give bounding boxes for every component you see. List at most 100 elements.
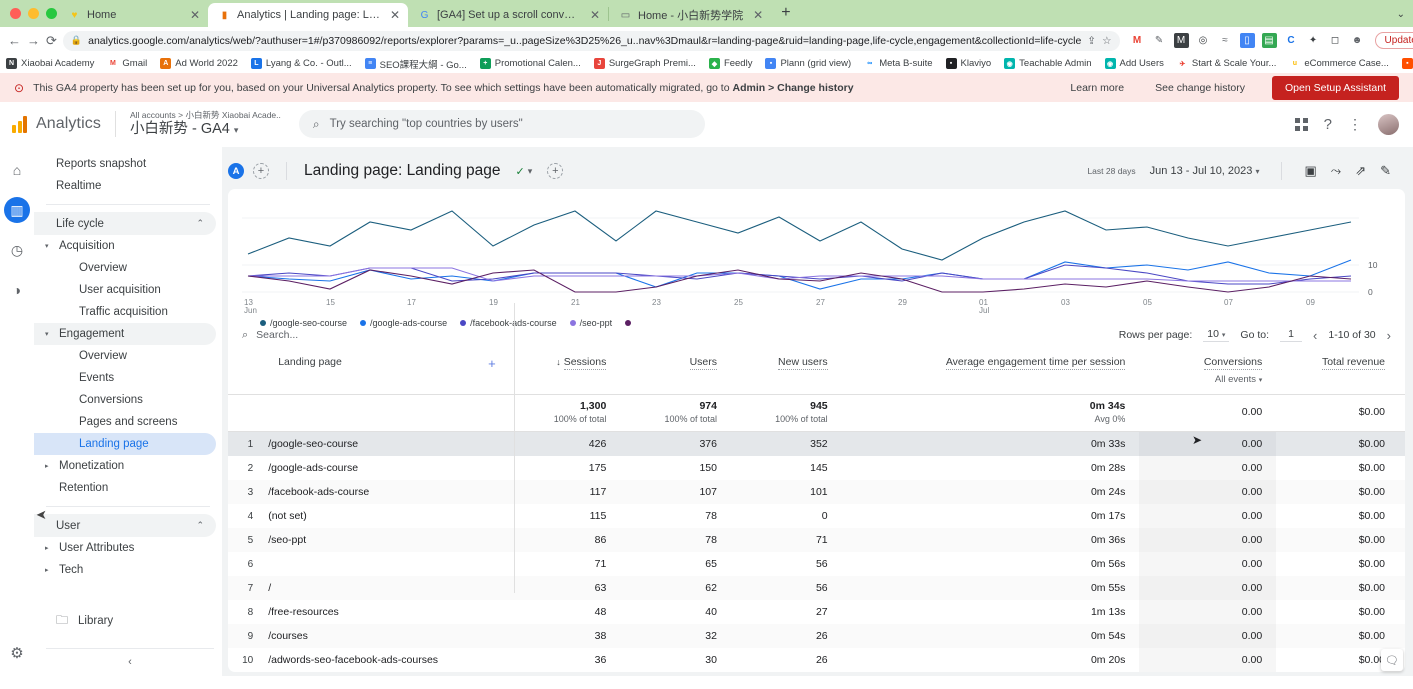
row-landing-page[interactable]: /free-resources (262, 600, 509, 624)
table-row[interactable]: 3 /facebook-ads-course 117 107 101 0m 24… (228, 480, 1405, 504)
row-landing-page[interactable]: /seo-ppt (262, 528, 509, 552)
apps-grid-icon[interactable] (1295, 118, 1308, 131)
bookmark-item[interactable]: ◉Add Users (1105, 58, 1164, 69)
row-landing-page[interactable] (262, 552, 509, 576)
analytics-logo[interactable]: Analytics (6, 115, 101, 133)
goto-input[interactable]: 1 (1280, 328, 1302, 342)
chevron-down-icon[interactable]: ⌄ (1397, 9, 1405, 20)
update-button[interactable]: Update (1375, 32, 1413, 49)
reports-icon[interactable]: ▥ (4, 197, 30, 223)
chevron-up-icon[interactable]: ⌃ (196, 520, 204, 531)
sidebar-item-user-attributes[interactable]: ▸User Attributes (34, 537, 216, 559)
legend-item[interactable] (625, 320, 635, 326)
table-search[interactable]: ⌕ Search... (242, 329, 298, 342)
browser-tab-3[interactable]: ▭ Home - 小白新势学院 ✕ (609, 3, 771, 27)
browser-tab-2[interactable]: G [GA4] Set up a scroll conversio ✕ (408, 3, 608, 27)
global-search-bar[interactable]: ⌕ Try searching "top countries by users" (299, 110, 705, 138)
star-icon[interactable]: ☆ (1102, 35, 1111, 47)
sidebar-item-acquisition-overview[interactable]: Overview (34, 257, 216, 279)
table-row[interactable]: 10 /adwords-seo-facebook-ads-courses 36 … (228, 648, 1405, 672)
legend-item[interactable]: /seo-ppt (570, 318, 613, 328)
sidebar-item-user-acquisition[interactable]: User acquisition (34, 279, 216, 301)
m-extension-icon[interactable]: M (1174, 33, 1189, 48)
sidebar-item-events[interactable]: Events (34, 367, 216, 389)
legend-item[interactable]: /facebook-ads-course (460, 318, 557, 328)
sidebar-item-pages-and-screens[interactable]: Pages and screens (34, 411, 216, 433)
legend-item[interactable]: /google-seo-course (260, 318, 347, 328)
browser-tab-1[interactable]: ▮ Analytics | Landing page: Land ✕ (208, 3, 408, 27)
sidebar-item-landing-page[interactable]: Landing page (34, 433, 216, 455)
sidebar-item-monetization[interactable]: ▸Monetization (34, 455, 216, 477)
bookmark-item[interactable]: MGmail (107, 58, 147, 69)
puzzle-extension-icon[interactable]: ✦ (1306, 33, 1321, 48)
row-landing-page[interactable]: (not set) (262, 504, 509, 528)
forward-button[interactable]: → (27, 33, 40, 48)
sidebar-item-realtime[interactable]: Realtime (34, 175, 216, 197)
feedback-button[interactable]: 🗨 (1381, 649, 1403, 671)
table-row[interactable]: 7 / 63 62 56 0m 55s 0.00 $0.00 (228, 576, 1405, 600)
c-extension-icon[interactable]: C (1284, 33, 1299, 48)
sidebar-item-reports-snapshot[interactable]: Reports snapshot (34, 153, 216, 175)
see-change-history-link[interactable]: See change history (1155, 82, 1245, 94)
bookmark-item[interactable]: NXiaobai Academy (6, 58, 94, 69)
row-landing-page[interactable]: /adwords-seo-facebook-ads-courses (262, 648, 509, 672)
gmail-extension-icon[interactable]: M (1130, 33, 1145, 48)
profile-icon[interactable]: ☻ (1350, 33, 1365, 48)
column-header-avg-engagement-time[interactable]: Average engagement time per session (842, 349, 1140, 395)
bookmark-item[interactable]: ▪Klaviyo (946, 58, 992, 69)
camera-extension-icon[interactable]: ◎ (1196, 33, 1211, 48)
chevron-down-icon[interactable]: ▾ (528, 166, 533, 177)
property-selector[interactable]: All accounts > 小白新势 Xiaobai Acade.. 小白新势… (115, 111, 281, 137)
panel-extension-icon[interactable]: ▯ (1240, 33, 1255, 48)
compare-icon[interactable]: ⇗ (1355, 163, 1366, 179)
chevron-up-icon[interactable]: ⌃ (196, 218, 204, 229)
pencil-extension-icon[interactable]: ✎ (1152, 33, 1167, 48)
edit-icon[interactable]: ✎ (1380, 163, 1391, 179)
gear-icon[interactable]: ⚙ (10, 644, 23, 662)
row-landing-page[interactable]: / (262, 576, 509, 600)
more-vertical-icon[interactable]: ⋮ (1348, 116, 1362, 133)
add-dimension-button[interactable]: + (547, 163, 563, 179)
explore-icon[interactable]: ◷ (4, 237, 30, 263)
date-range-picker[interactable]: Jun 13 - Jul 10, 2023 ▾ (1150, 165, 1260, 177)
tab-close-icon[interactable]: ✕ (386, 9, 400, 21)
open-setup-assistant-button[interactable]: Open Setup Assistant (1272, 76, 1399, 100)
sidebar-item-engagement[interactable]: ▾Engagement (34, 323, 216, 345)
collapse-sidebar-button[interactable]: ‹ (46, 648, 214, 668)
rows-per-page-select[interactable]: 10 ▾ (1203, 328, 1229, 342)
row-landing-page[interactable]: /facebook-ads-course (262, 480, 509, 504)
bookmark-item[interactable]: LLyang & Co. - Outl... (251, 58, 352, 69)
bookmark-item[interactable]: ✈Start & Scale Your... (1177, 58, 1277, 69)
row-landing-page[interactable]: /google-ads-course (262, 456, 509, 480)
column-header-landing-page[interactable]: Landing page + (262, 349, 509, 395)
sidebar-item-retention[interactable]: Retention (34, 477, 216, 499)
sidebar-item-library[interactable]: 🗀 Library (34, 610, 216, 632)
sidebar-group-life-cycle[interactable]: Life cycle ⌃ (34, 212, 216, 235)
table-row[interactable]: 2 /google-ads-course 175 150 145 0m 28s … (228, 456, 1405, 480)
table-row[interactable]: 9 /courses 38 32 26 0m 54s 0.00 $0.00 (228, 624, 1405, 648)
address-bar[interactable]: 🔒 analytics.google.com/analytics/web/?au… (63, 31, 1120, 51)
tab-close-icon[interactable]: ✕ (749, 9, 763, 21)
add-comparison-button[interactable]: + (253, 163, 269, 179)
bookmark-item[interactable]: ∞Meta B-suite (864, 58, 932, 69)
table-row[interactable]: 5 /seo-ppt 86 78 71 0m 36s 0.00 $0.00 (228, 528, 1405, 552)
prev-page-button[interactable]: ‹ (1313, 328, 1317, 343)
share-icon[interactable]: ⤳ (1331, 163, 1341, 179)
maximize-window-button[interactable] (46, 8, 57, 19)
minimize-window-button[interactable] (28, 8, 39, 19)
back-button[interactable]: ← (8, 33, 21, 48)
table-row[interactable]: 6 71 65 56 0m 56s 0.00 $0.00 (228, 552, 1405, 576)
legend-item[interactable]: /google-ads-course (360, 318, 447, 328)
bookmark-item[interactable]: ◆Feedly (709, 58, 753, 69)
reload-button[interactable]: ⟳ (46, 33, 57, 49)
bookmark-item[interactable]: ≡SEO課程大綱 - Go... (365, 57, 467, 71)
home-icon[interactable]: ⌂ (4, 157, 30, 183)
green-extension-icon[interactable]: ▤ (1262, 33, 1277, 48)
bookmark-item[interactable]: AAd World 2022 (160, 58, 238, 69)
tab-close-icon[interactable]: ✕ (186, 9, 200, 21)
sidebar-item-tech[interactable]: ▸Tech (34, 559, 216, 581)
browser-tab-0[interactable]: ♥ Home ✕ (58, 3, 208, 27)
next-page-button[interactable]: › (1387, 328, 1391, 343)
chevron-down-icon[interactable]: ▾ (234, 125, 239, 135)
window-traffic-lights[interactable] (10, 8, 57, 19)
